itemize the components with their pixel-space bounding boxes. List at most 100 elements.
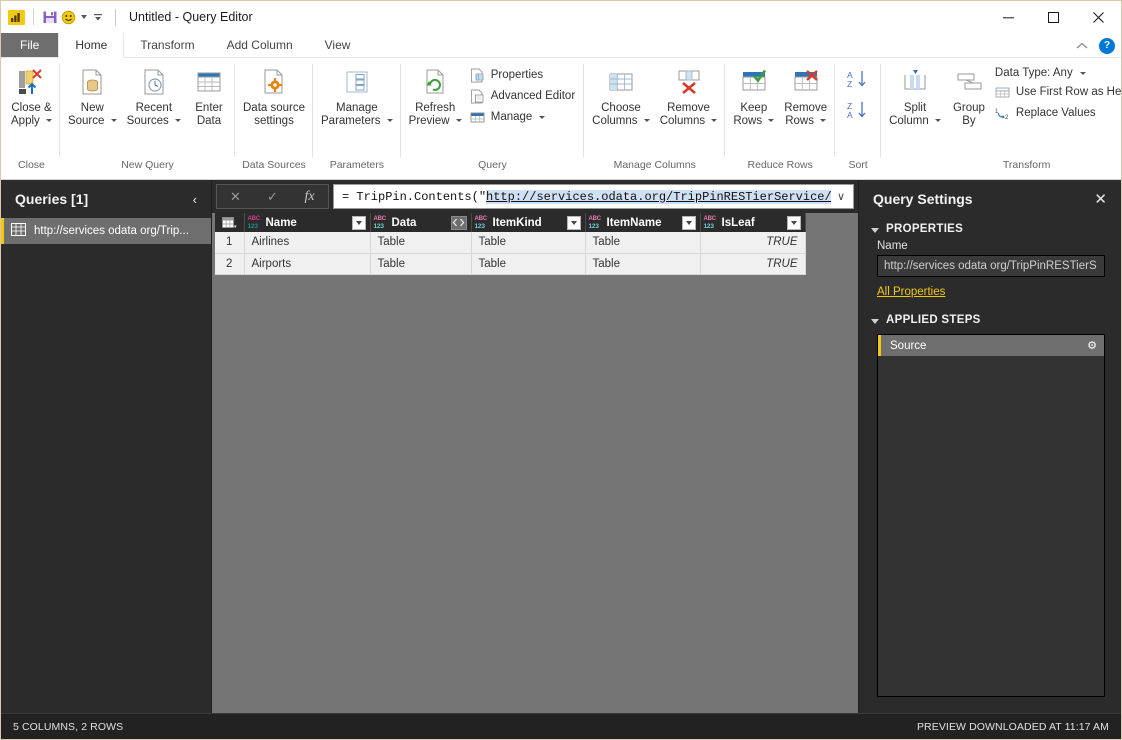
choose-columns-button[interactable]: Choose Columns [587,63,655,130]
split-column-icon [900,65,930,99]
tab-home[interactable]: Home [58,33,125,58]
all-properties-link[interactable]: All Properties [859,277,945,298]
chevron-up-icon[interactable] [1075,39,1089,53]
group-by-button[interactable]: Group By [946,63,992,130]
group-label-reduce-rows: Reduce Rows [747,159,813,171]
data-type-dropdown-icon[interactable] [1079,71,1086,75]
group-label-parameters: Parameters [329,159,384,171]
ribbon-group-sort: A Z Z A Sort [835,58,882,179]
sort-ascending-button[interactable]: A Z [844,67,872,96]
table-row[interactable]: 1 Airlines Table Table Table TRUE [215,232,806,254]
column-header-data[interactable]: ABC 123 Data [370,213,472,232]
applied-steps-section-label: APPLIED STEPS [886,314,981,326]
remove-rows-button[interactable]: Remove Rows [779,63,832,130]
help-button[interactable]: ? [1099,37,1115,54]
window-title: Untitled - Query Editor [129,10,253,24]
new-source-button[interactable]: New Source [63,63,122,130]
group-by-label: Group By [952,102,985,127]
manage-parameters-button[interactable]: Manage Parameters [316,63,398,130]
gear-icon[interactable]: ⚙ [1087,339,1097,352]
window-controls [986,1,1121,33]
column-filter-button-isleaf[interactable] [786,215,801,230]
formula-input[interactable]: = TripPin.Contents("http://services.odat… [333,184,854,209]
formula-cancel-button[interactable]: ✕ [217,185,254,208]
select-all-columns-button[interactable] [215,213,245,232]
manage-dropdown-icon[interactable] [539,115,546,119]
ribbon-group-reduce-rows: Keep Rows Remove Rows Reduce Rows [725,58,835,179]
column-header-name[interactable]: ABC 123 Name [244,213,371,232]
column-filter-button-itemname[interactable] [681,215,696,230]
queries-header: Queries [1] ‹ [1,180,211,218]
svg-text:2: 2 [1005,115,1009,121]
query-name-input[interactable]: http://services odata org/TripPinRESTier… [877,255,1105,277]
row-number: 1 [215,232,245,254]
sort-descending-button[interactable]: Z A [844,98,872,127]
column-header-itemkind[interactable]: ABC 123 ItemKind [471,213,586,232]
query-settings-title: Query Settings [873,191,973,207]
applied-step-source[interactable]: Source ⚙ [878,335,1104,356]
refresh-preview-button[interactable]: Refresh Preview [404,63,467,130]
query-list-item[interactable]: http://services odata org/Trip... [1,218,211,244]
remove-columns-button[interactable]: Remove Columns [655,63,723,130]
tab-transform[interactable]: Transform [124,33,210,57]
formula-link[interactable]: http://services.odata.org/TripPinRESTier… [486,189,831,204]
close-button[interactable] [1076,1,1121,33]
manage-button[interactable]: Manage [467,107,581,127]
tab-view[interactable]: View [309,33,367,57]
minimize-button[interactable] [986,1,1031,33]
qat-customize-button[interactable] [92,11,104,23]
data-type-button[interactable]: Data Type: Any [992,65,1122,81]
column-header-itemname[interactable]: ABC 123 ItemName [585,213,701,232]
cell-data[interactable]: Table [370,253,472,275]
column-filter-button-itemkind[interactable] [566,215,581,230]
replace-values-button[interactable]: 12 Replace Values [992,103,1122,123]
cell-isleaf[interactable]: TRUE [700,232,806,254]
formula-expand-icon[interactable]: ∨ [831,190,851,203]
cell-itemname[interactable]: Table [585,253,701,275]
cell-itemname[interactable]: Table [585,232,701,254]
cell-data[interactable]: Table [370,232,472,254]
smiley-icon[interactable] [61,10,76,25]
split-column-button[interactable]: Split Column [884,63,946,130]
maximize-button[interactable] [1031,1,1076,33]
tab-add-column[interactable]: Add Column [211,33,309,57]
cell-isleaf[interactable]: TRUE [700,253,806,275]
cell-itemkind[interactable]: Table [471,232,586,254]
applied-steps-section-header[interactable]: APPLIED STEPS [859,300,1121,330]
properties-button[interactable]: Properties [467,65,581,85]
column-header-isleaf[interactable]: ABC 123 IsLeaf [700,213,806,232]
properties-section-header[interactable]: PROPERTIES [859,218,1121,239]
cell-itemkind[interactable]: Table [471,253,586,275]
close-and-apply-button[interactable]: Close & Apply [6,63,57,130]
data-source-settings-button[interactable]: Data source settings [238,63,310,130]
use-first-row-as-headers-button[interactable]: Use First Row as Headers [992,82,1122,102]
formula-accept-button[interactable]: ✓ [254,185,291,208]
keep-rows-button[interactable]: Keep Rows [728,63,779,130]
column-filter-button-name[interactable] [351,215,366,230]
powerbi-logo-icon[interactable] [8,9,25,25]
ribbon-group-query: Refresh Preview Properties Advanced Edito… [401,58,585,179]
enter-data-button[interactable]: Enter Data [186,63,232,130]
save-icon[interactable] [42,9,58,25]
advanced-editor-button[interactable]: Advanced Editor [467,86,581,106]
expand-column-button-data[interactable] [450,215,467,230]
recent-sources-button[interactable]: Recent Sources [122,63,186,130]
data-type-label: Data Type: Any [994,67,1073,79]
advanced-editor-label: Advanced Editor [490,90,576,102]
data-source-settings-icon [259,65,289,99]
smiley-dropdown-icon[interactable] [81,15,87,19]
recent-sources-label: Recent Sources [127,102,181,128]
insert-function-button[interactable]: fx [291,185,328,208]
cell-name[interactable]: Airlines [244,232,371,254]
cell-name[interactable]: Airports [244,253,371,275]
title-divider [115,8,116,26]
tab-file[interactable]: File [1,33,59,57]
data-source-settings-label: Data source settings [243,102,306,127]
manage-parameters-icon [342,65,372,99]
close-icon[interactable]: ✕ [1094,192,1107,207]
ribbon: Close & Apply Close New Source Recent So… [1,58,1122,180]
collapse-sidebar-icon[interactable]: ‹ [193,192,197,207]
table-row[interactable]: 2 Airports Table Table Table TRUE [215,253,806,275]
replace-values-label: Replace Values [1015,107,1096,119]
ribbon-group-data-sources: Data source settings Data Sources [235,58,314,179]
